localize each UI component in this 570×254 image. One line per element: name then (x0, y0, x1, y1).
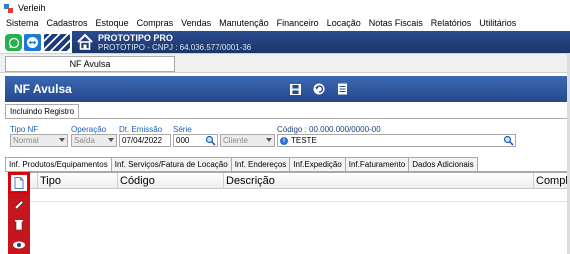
menu-locacao[interactable]: Locação (327, 18, 361, 28)
column-tipo[interactable]: Tipo (38, 173, 118, 189)
info-icon: i (280, 136, 288, 145)
menu-sistema[interactable]: Sistema (6, 18, 39, 28)
items-grid: Tipo Código Descrição Complem (30, 172, 570, 254)
delete-item-button[interactable] (11, 217, 27, 233)
codigo-label: Código : 00.000.000/0000-00 (277, 125, 381, 134)
menu-estoque[interactable]: Estoque (96, 18, 129, 28)
dt-emissao-field[interactable]: 07/04/2022 (119, 134, 171, 147)
teamviewer-icon[interactable] (24, 34, 41, 51)
company-banner: PROTOTIPO PRO PROTOTIPO - CNPJ : 64.036.… (72, 31, 570, 53)
chevron-down-icon (266, 138, 272, 142)
form-title: NF Avulsa (14, 82, 72, 96)
eye-icon (13, 241, 25, 249)
chevron-down-icon (108, 138, 114, 142)
tab-servicos-fatura[interactable]: Inf. Serviços/Fatura de Locação (110, 157, 232, 171)
column-complemento[interactable]: Complem (534, 173, 570, 189)
chevron-down-icon (59, 138, 65, 142)
menubar: Sistema Cadastros Estoque Compras Vendas… (0, 16, 570, 30)
view-item-button[interactable] (11, 237, 27, 253)
menu-notas-fiscais[interactable]: Notas Fiscais (369, 18, 423, 28)
menu-financeiro[interactable]: Financeiro (277, 18, 319, 28)
detail-tabs: Inf. Produtos/Equipamentos Inf. Serviços… (5, 157, 478, 171)
menu-compras[interactable]: Compras (137, 18, 174, 28)
column-codigo[interactable]: Código (118, 173, 224, 189)
operacao-select[interactable]: Saída (71, 134, 117, 147)
whatsapp-icon[interactable] (5, 34, 22, 51)
table-row[interactable] (30, 190, 570, 202)
search-icon[interactable] (205, 135, 216, 146)
grid-header: Tipo Código Descrição Complem (30, 173, 570, 189)
cliente-value: Cliente (223, 136, 248, 145)
operacao-label: Operação (71, 125, 107, 134)
company-cnpj: PROTOTIPO - CNPJ : 64.036.577/0001-36 (98, 43, 252, 52)
home-icon[interactable] (76, 33, 94, 51)
delete-icon (15, 220, 23, 231)
save-icon (289, 83, 301, 95)
tab-nf-avulsa[interactable]: NF Avulsa (5, 56, 175, 72)
company-name: PROTOTIPO PRO (98, 33, 173, 43)
divider (5, 118, 570, 119)
mode-tab: Incluindo Registro (5, 104, 80, 118)
serie-label: Série (173, 125, 192, 134)
new-item-button[interactable] (8, 172, 30, 194)
tipo-nf-label: Tipo NF (10, 125, 39, 134)
tipo-nf-value: Normal (13, 136, 39, 145)
form-header: NF Avulsa (5, 76, 570, 102)
new-document-icon (14, 177, 24, 189)
search-icon[interactable] (503, 135, 514, 146)
tab-produtos-equipamentos[interactable]: Inf. Produtos/Equipamentos (5, 157, 112, 171)
menu-manutencao[interactable]: Manutenção (219, 18, 269, 28)
tipo-nf-select[interactable]: Normal (10, 134, 68, 147)
row-indicator-header (30, 173, 38, 189)
operacao-value: Saída (74, 136, 95, 145)
document-button[interactable] (335, 82, 349, 96)
menu-cadastros[interactable]: Cadastros (47, 18, 88, 28)
undo-button[interactable] (312, 82, 326, 96)
serie-field[interactable]: 000 (173, 134, 218, 147)
undo-icon (313, 83, 325, 95)
cliente-select[interactable]: Cliente (220, 134, 275, 147)
app-icon (4, 3, 13, 13)
codigo-field[interactable]: i TESTE (277, 134, 516, 147)
column-descricao[interactable]: Descrição (224, 173, 534, 189)
document-tab-strip: NF Avulsa (0, 53, 570, 73)
menu-utilitarios[interactable]: Utilitários (479, 18, 516, 28)
dt-emissao-label: Dt. Emissão (119, 125, 163, 134)
tab-enderecos[interactable]: Inf. Endereços (230, 157, 291, 171)
tab-dados-adicionais[interactable]: Dados Adicionais (408, 157, 478, 171)
edit-item-button[interactable] (11, 197, 27, 213)
tab-faturamento[interactable]: Inf.Faturamento (344, 157, 410, 171)
save-button[interactable] (288, 82, 302, 96)
window-titlebar: Verleih (0, 0, 570, 16)
menu-relatorios[interactable]: Relatórios (431, 18, 472, 28)
window-title: Verleih (18, 3, 46, 13)
serie-value: 000 (176, 136, 190, 145)
tab-expedicao[interactable]: Inf.Expedição (289, 157, 346, 171)
grid-action-sidebar (8, 172, 30, 254)
brand-logo-icon (44, 34, 70, 51)
codigo-value: TESTE (291, 136, 317, 145)
document-icon (337, 83, 347, 95)
menu-vendas[interactable]: Vendas (181, 18, 211, 28)
pencil-icon (14, 200, 24, 210)
